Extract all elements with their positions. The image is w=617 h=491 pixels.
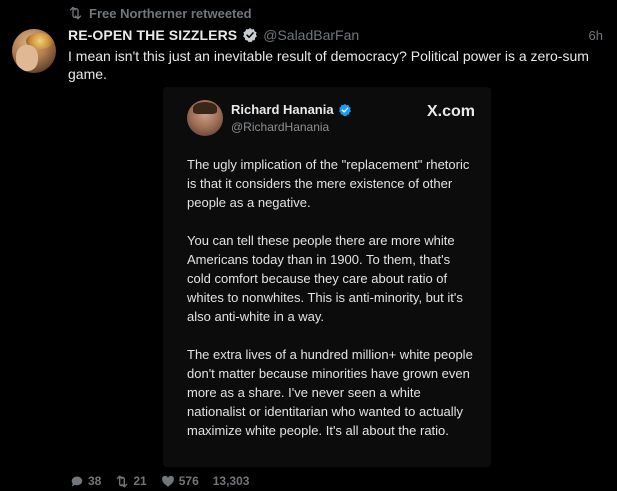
embedded-post-image[interactable]: Richard Hanania @RichardHanania X.com Th… xyxy=(163,87,491,467)
action-bar: 38 21 576 13,303 xyxy=(70,474,249,488)
heart-icon xyxy=(161,475,174,487)
reply-count: 38 xyxy=(88,474,102,488)
retweet-count: 21 xyxy=(133,474,147,488)
retweet-icon xyxy=(116,475,128,487)
reply-button[interactable]: 38 xyxy=(70,474,101,488)
retweet-indicator[interactable]: Free Northerner retweeted xyxy=(68,5,252,21)
handle[interactable]: @SaladBarFan xyxy=(263,27,359,43)
card-handle: @RichardHanania xyxy=(231,120,330,134)
like-count: 576 xyxy=(178,474,199,488)
timestamp[interactable]: 6h xyxy=(589,28,603,43)
tweet-header: RE-OPEN THE SIZZLERS @SaladBarFan 6h xyxy=(68,26,603,44)
retweet-button[interactable]: 21 xyxy=(115,474,147,488)
avatar[interactable] xyxy=(12,29,56,73)
card-author: Richard Hanania xyxy=(231,102,352,117)
retweet-icon xyxy=(69,6,82,20)
like-button[interactable]: 576 xyxy=(161,474,199,488)
reply-icon xyxy=(71,476,83,487)
card-source-label: X.com xyxy=(426,103,475,120)
tweet-text: I mean isn't this just an inevitable res… xyxy=(68,48,589,82)
views-button[interactable]: 13,303 xyxy=(213,474,250,488)
retweet-label: Free Northerner retweeted xyxy=(89,5,252,21)
card-verified-icon xyxy=(338,103,351,116)
avatar-face xyxy=(16,45,38,71)
card-paragraph: The extra lives of a hundred million+ wh… xyxy=(187,347,473,438)
card-avatar-hair xyxy=(193,102,217,114)
card-avatar xyxy=(187,100,223,136)
verified-badge-icon xyxy=(243,28,258,43)
card-paragraph: The ugly implication of the "replacement… xyxy=(187,157,470,210)
card-author-name: Richard Hanania xyxy=(231,102,334,117)
display-name[interactable]: RE-OPEN THE SIZZLERS xyxy=(68,27,237,43)
card-body: The ugly implication of the "replacement… xyxy=(187,155,477,440)
view-count: 13,303 xyxy=(212,474,250,488)
card-paragraph: You can tell these people there are more… xyxy=(187,233,463,324)
